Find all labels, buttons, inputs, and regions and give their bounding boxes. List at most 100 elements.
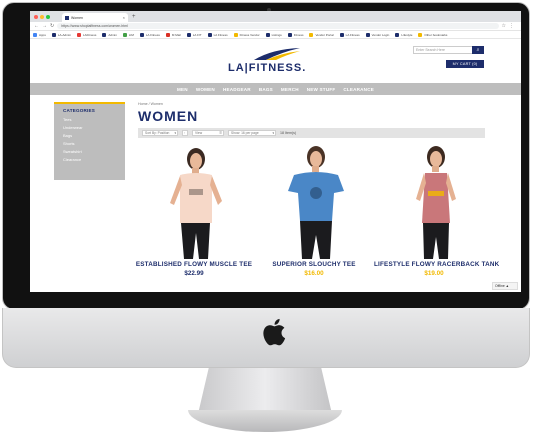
- product-image-model-rose-tank[interactable]: [392, 143, 476, 259]
- chevron-down-icon: ▾: [174, 131, 176, 135]
- nav-item-women[interactable]: WOMEN: [196, 87, 215, 92]
- search-placeholder: Enter Search Here: [416, 48, 445, 52]
- sidebar-item-tees[interactable]: Tees: [54, 113, 125, 122]
- bookmark-icon: [122, 32, 127, 37]
- cart-label: MY CART (0): [452, 62, 478, 66]
- arrow-up-icon: ↑: [184, 131, 186, 135]
- main-nav: MEN WOMEN HEADGEAR BAGS MERCH NEW STUFF CLEARA…: [30, 83, 521, 95]
- product-name[interactable]: SUPERIOR SLOUCHY TEE: [254, 261, 374, 268]
- site-header: LA|FITNESS. Enter Search Here ⌕ MY CART …: [30, 39, 521, 83]
- sidebar-item-underwear[interactable]: Underwear: [54, 121, 125, 130]
- bookmark-item[interactable]: LA FIT: [186, 32, 202, 37]
- nav-item-new-stuff[interactable]: NEW STUFF: [307, 87, 336, 92]
- product-name[interactable]: LIFESTYLE FLOWY RACERBACK TANK: [374, 261, 499, 268]
- bookmark-item[interactable]: M Mail: [165, 32, 181, 37]
- imac-mockup: Women × + ← → ↻ https://www.shoplafitnes…: [0, 0, 539, 435]
- bookmark-icon: [139, 32, 144, 37]
- sidebar-item-shorts[interactable]: Shorts: [54, 137, 125, 146]
- search-input[interactable]: Enter Search Here: [413, 46, 477, 54]
- cart-button[interactable]: MY CART (0): [446, 60, 484, 68]
- bookmark-item[interactable]: Vendor Portal: [309, 32, 334, 37]
- close-window-icon[interactable]: [34, 14, 38, 19]
- view-select-label: View: [195, 131, 203, 135]
- tab-women[interactable]: Women ×: [62, 13, 128, 22]
- bookmark-item[interactable]: Fitness Vendor: [233, 32, 260, 37]
- address-bar: ← → ↻ https://www.shoplafitness.com/wome…: [30, 22, 521, 31]
- sidebar-item-bags[interactable]: Bags: [54, 129, 125, 138]
- bookmark-item[interactable]: Fitness: [287, 32, 303, 37]
- toolbar-filters: Sort By: Position ▾ ↑ View ☰ Show: 16 per …: [138, 128, 485, 138]
- maximize-window-icon[interactable]: [46, 14, 50, 19]
- product-card[interactable]: ESTABLISHED FLOWY MUSCLE TEE $22.99: [134, 143, 254, 288]
- bookmark-item[interactable]: LIM: [122, 32, 134, 37]
- breadcrumb[interactable]: Home / Women: [138, 102, 163, 106]
- stand-foot: [188, 410, 342, 432]
- product-card[interactable]: LIFESTYLE FLOWY RACERBACK TANK $19.00: [374, 143, 499, 288]
- view-select[interactable]: View ☰: [192, 130, 224, 136]
- product-grid: ESTABLISHED FLOWY MUSCLE TEE $22.99 SUPE…: [134, 143, 499, 288]
- per-page-select[interactable]: Show: 16 per page ▾: [228, 130, 276, 136]
- nav-item-bags[interactable]: BAGS: [259, 87, 273, 92]
- bookmark-item[interactable]: LA-Admin: [51, 32, 72, 37]
- new-tab-icon[interactable]: +: [132, 14, 136, 20]
- bookmark-label: Admin: [108, 32, 117, 37]
- bookmark-item[interactable]: Admin: [102, 32, 117, 37]
- nav-item-men[interactable]: MEN: [177, 87, 188, 92]
- bookmark-icon: [165, 32, 170, 37]
- bookmark-icon: [102, 32, 107, 37]
- bookmark-icon: [418, 32, 423, 37]
- site-logo[interactable]: LA|FITNESS.: [228, 62, 306, 74]
- nav-item-headgear[interactable]: HEADGEAR: [223, 87, 251, 92]
- bookmark-item[interactable]: Apps: [33, 32, 46, 37]
- bookmark-label: LA-Admin: [57, 32, 72, 37]
- bookmark-icon: [287, 32, 292, 37]
- chat-widget[interactable]: Offline ▲: [492, 282, 518, 290]
- nav-item-merch[interactable]: MERCH: [281, 87, 299, 92]
- sort-select[interactable]: Sort By: Position ▾: [142, 130, 178, 136]
- forward-icon[interactable]: →: [42, 23, 47, 29]
- bookmark-icon: [77, 32, 82, 37]
- reload-icon[interactable]: ↻: [50, 23, 54, 29]
- bookmark-label: Vendor Portal: [315, 32, 334, 37]
- site-page: LA|FITNESS. Enter Search Here ⌕ MY CART …: [30, 39, 521, 292]
- product-name[interactable]: ESTABLISHED FLOWY MUSCLE TEE: [134, 261, 254, 268]
- product-image-model-peach-tee[interactable]: [152, 143, 236, 259]
- bookmark-item[interactable]: Vendor Login: [365, 32, 390, 37]
- product-card[interactable]: SUPERIOR SLOUCHY TEE $16.00: [254, 143, 374, 288]
- sidebar-item-sweatshirt[interactable]: Sweatshirt: [54, 145, 125, 154]
- bookmark-icon: [365, 32, 370, 37]
- bookmark-icon: [51, 32, 56, 37]
- bookmarks-bar: Apps LA-Admin LAFitness Admin LIM LA Fitness M…: [30, 31, 521, 39]
- search-button[interactable]: ⌕: [472, 46, 484, 54]
- bookmark-icon: [395, 32, 400, 37]
- sidebar-heading: CATEGORIES: [63, 108, 96, 113]
- bookmark-icon: [339, 32, 344, 37]
- product-price: $19.00: [424, 270, 444, 277]
- bookmark-label: Vendor Login: [371, 32, 390, 37]
- sort-direction-button[interactable]: ↑: [182, 130, 188, 136]
- sidebar-item-clearance[interactable]: Clearance: [54, 153, 125, 162]
- minimize-window-icon[interactable]: [40, 14, 44, 19]
- menu-icon[interactable]: ⋮: [509, 23, 514, 29]
- back-icon[interactable]: ←: [34, 23, 39, 29]
- close-tab-icon[interactable]: ×: [123, 15, 125, 20]
- bookmark-item[interactable]: LA Fitness: [207, 32, 228, 37]
- site-favicon-icon: [65, 15, 69, 20]
- search-icon: ⌕: [476, 47, 480, 53]
- bookmark-item[interactable]: Other bookmarks: [418, 32, 447, 37]
- logo-swoosh-icon: [254, 48, 300, 60]
- star-icon[interactable]: ☆: [502, 23, 506, 29]
- bookmark-item[interactable]: Listings: [265, 32, 282, 37]
- bookmark-item[interactable]: LAFitness: [77, 32, 96, 37]
- chevron-down-icon: ▾: [272, 131, 274, 135]
- bookmark-item[interactable]: Lifestyle: [395, 32, 412, 37]
- bookmark-item[interactable]: LA Fitness: [139, 32, 160, 37]
- url-field[interactable]: https://www.shoplafitness.com/women.html: [57, 23, 499, 29]
- grid-icon: ☰: [219, 131, 222, 135]
- product-image-model-blue-tee[interactable]: [272, 143, 356, 259]
- product-price: $16.00: [304, 270, 324, 277]
- bookmark-item[interactable]: LA Fitness: [339, 32, 360, 37]
- nav-item-clearance[interactable]: CLEARANCE: [343, 87, 374, 92]
- tab-title: Women: [71, 15, 83, 20]
- content-area: CATEGORIES Tees Underwear Bags Shorts Sweats…: [30, 95, 521, 292]
